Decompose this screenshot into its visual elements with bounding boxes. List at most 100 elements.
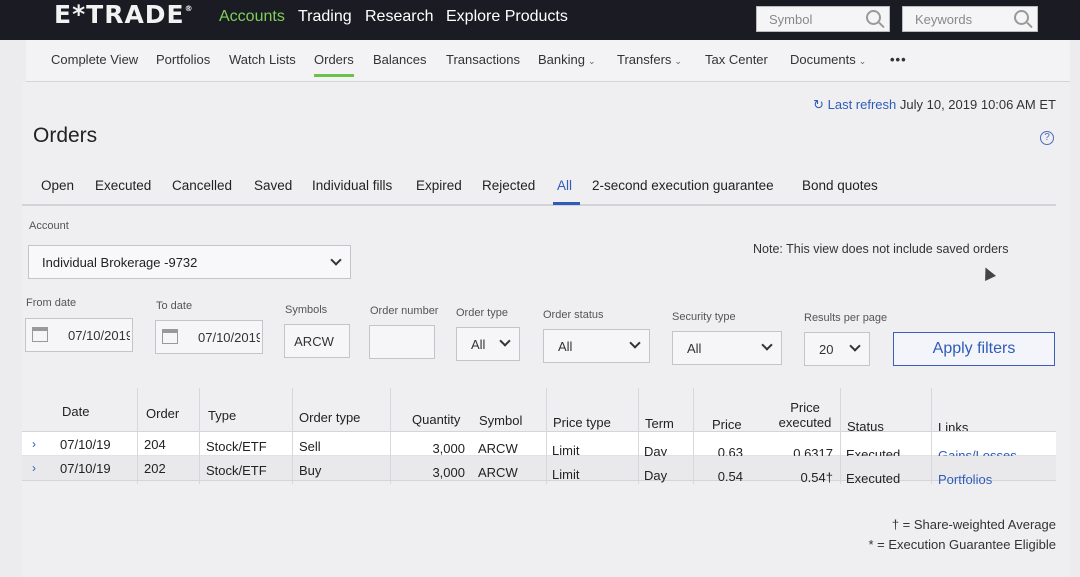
- subnav-complete-view[interactable]: Complete View: [51, 52, 138, 67]
- col-quantity[interactable]: Quantity: [412, 412, 460, 427]
- table-row[interactable]: › 07/10/19 204 Stock/ETF Sell 3,000 ARCW…: [22, 431, 1056, 463]
- order-number-label: Order number: [370, 305, 439, 317]
- column-divider: [390, 388, 391, 484]
- chevron-down-icon: ⌄: [674, 56, 682, 66]
- symbols-label: Symbols: [285, 304, 328, 316]
- cell-quantity: 3,000: [432, 441, 465, 456]
- etrade-logo[interactable]: E*TRADE®: [54, 0, 194, 29]
- subnav-portfolios[interactable]: Portfolios: [156, 52, 210, 67]
- column-divider: [931, 388, 932, 484]
- subnav-transactions[interactable]: Transactions: [446, 52, 520, 67]
- footnote-share-weighted: † = Share-weighted Average: [891, 517, 1056, 532]
- expand-chevron-icon[interactable]: ›: [32, 437, 36, 451]
- calendar-icon[interactable]: [162, 329, 178, 344]
- tab-executed[interactable]: Executed: [95, 178, 151, 193]
- refresh-time: July 10, 2019 10:06 AM ET: [899, 97, 1056, 112]
- col-term[interactable]: Term: [645, 416, 674, 431]
- account-select[interactable]: Individual Brokerage -9732: [28, 245, 351, 279]
- tab-saved[interactable]: Saved: [254, 178, 292, 193]
- keywords-search-input[interactable]: Keywords: [902, 6, 1038, 32]
- cell-order-type: Sell: [299, 439, 321, 454]
- order-tabs: Open Executed Cancelled Saved Individual…: [22, 172, 1056, 206]
- more-icon[interactable]: •••: [890, 52, 907, 67]
- refresh-icon: ↻: [813, 97, 824, 112]
- subnav-transfers[interactable]: Transfers ⌄: [617, 52, 682, 67]
- tab-individual-fills[interactable]: Individual fills: [312, 178, 392, 193]
- column-divider: [546, 388, 547, 484]
- col-price-type[interactable]: Price type: [553, 415, 611, 430]
- security-type-label: Security type: [672, 311, 736, 323]
- col-symbol[interactable]: Symbol: [479, 413, 522, 428]
- order-status-label: Order status: [543, 309, 604, 321]
- search-icon[interactable]: [866, 10, 881, 25]
- portfolios-link[interactable]: Portfolios: [938, 472, 992, 487]
- cell-order-type: Buy: [299, 463, 322, 478]
- symbol-search-input[interactable]: Symbol: [756, 6, 890, 32]
- to-date-input[interactable]: 07/10/2019: [155, 320, 263, 354]
- chevron-down-icon: ⌄: [587, 56, 596, 66]
- cell-symbol: ARCW: [478, 441, 518, 456]
- cell-date: 07/10/19: [60, 437, 111, 452]
- column-divider: [840, 388, 841, 484]
- tab-all[interactable]: All: [552, 178, 581, 205]
- column-divider: [137, 388, 138, 484]
- saved-orders-note: Note: This view does not include saved o…: [753, 242, 1009, 256]
- topnav-research[interactable]: Research: [365, 8, 433, 26]
- help-icon[interactable]: ?: [1040, 131, 1054, 145]
- column-divider: [693, 388, 694, 484]
- apply-filters-button[interactable]: Apply filters: [893, 332, 1055, 366]
- search-icon[interactable]: [1014, 10, 1029, 25]
- expand-chevron-icon[interactable]: ›: [32, 461, 36, 475]
- tab-bond-quotes[interactable]: Bond quotes: [802, 178, 878, 193]
- chevron-down-icon: [499, 335, 511, 347]
- order-type-select[interactable]: All: [456, 327, 520, 361]
- cell-quantity: 3,000: [432, 465, 465, 480]
- col-price-executed[interactable]: Price executed: [773, 400, 837, 430]
- results-per-page-select[interactable]: 20: [804, 332, 870, 366]
- tab-cancelled[interactable]: Cancelled: [172, 178, 232, 193]
- topnav-explore-products[interactable]: Explore Products: [446, 8, 568, 26]
- cell-date: 07/10/19: [60, 461, 111, 476]
- orders-panel: ↻ Last refresh July 10, 2019 10:06 AM ET…: [22, 82, 1070, 577]
- col-order-type[interactable]: Order type: [299, 410, 360, 425]
- col-price[interactable]: Price: [712, 417, 742, 432]
- subnav-banking[interactable]: Banking ⌄: [538, 52, 596, 67]
- col-date[interactable]: Date: [62, 404, 89, 419]
- topnav-trading[interactable]: Trading: [298, 8, 352, 26]
- cell-price: 0.54: [717, 469, 743, 484]
- last-refresh: ↻ Last refresh July 10, 2019 10:06 AM ET: [813, 97, 1056, 113]
- secondary-nav: Complete View Portfolios Watch Lists Ord…: [26, 40, 1070, 82]
- cell-status: Executed: [846, 471, 901, 486]
- col-order[interactable]: Order: [146, 406, 179, 421]
- subnav-documents[interactable]: Documents ⌄: [790, 52, 866, 67]
- order-number-input[interactable]: [369, 325, 435, 359]
- tab-rejected[interactable]: Rejected: [482, 178, 535, 193]
- cell-type: Stock/ETF: [206, 439, 267, 454]
- subnav-watch-lists[interactable]: Watch Lists: [229, 52, 296, 67]
- tab-open[interactable]: Open: [41, 178, 74, 193]
- symbols-input[interactable]: ARCW: [284, 324, 350, 358]
- cell-type: Stock/ETF: [206, 463, 267, 478]
- subnav-orders[interactable]: Orders: [314, 52, 354, 77]
- table-row[interactable]: › 07/10/19 202 Stock/ETF Buy 3,000 ARCW …: [22, 456, 1056, 487]
- cell-order: 202: [144, 461, 166, 476]
- order-status-select[interactable]: All: [543, 329, 650, 363]
- refresh-link[interactable]: ↻ Last refresh: [813, 97, 896, 112]
- results-per-page-label: Results per page: [804, 312, 888, 324]
- column-divider: [292, 388, 293, 484]
- subnav-balances[interactable]: Balances: [373, 52, 426, 67]
- subnav-tax-center[interactable]: Tax Center: [705, 52, 768, 67]
- from-date-label: From date: [26, 297, 77, 309]
- from-date-input[interactable]: 07/10/2019: [25, 318, 133, 352]
- cell-symbol: ARCW: [478, 465, 518, 480]
- col-type[interactable]: Type: [208, 408, 236, 423]
- tab-2-second-guarantee[interactable]: 2-second execution guarantee: [592, 178, 774, 193]
- chevron-down-icon: [849, 340, 861, 352]
- calendar-icon[interactable]: [32, 327, 48, 342]
- tab-expired[interactable]: Expired: [416, 178, 462, 193]
- cell-price-executed: 0.54†: [800, 470, 833, 485]
- topnav-accounts[interactable]: Accounts: [219, 8, 285, 26]
- chevron-down-icon: ⌄: [858, 56, 867, 66]
- security-type-select[interactable]: All: [672, 331, 782, 365]
- chevron-down-icon: [330, 254, 342, 266]
